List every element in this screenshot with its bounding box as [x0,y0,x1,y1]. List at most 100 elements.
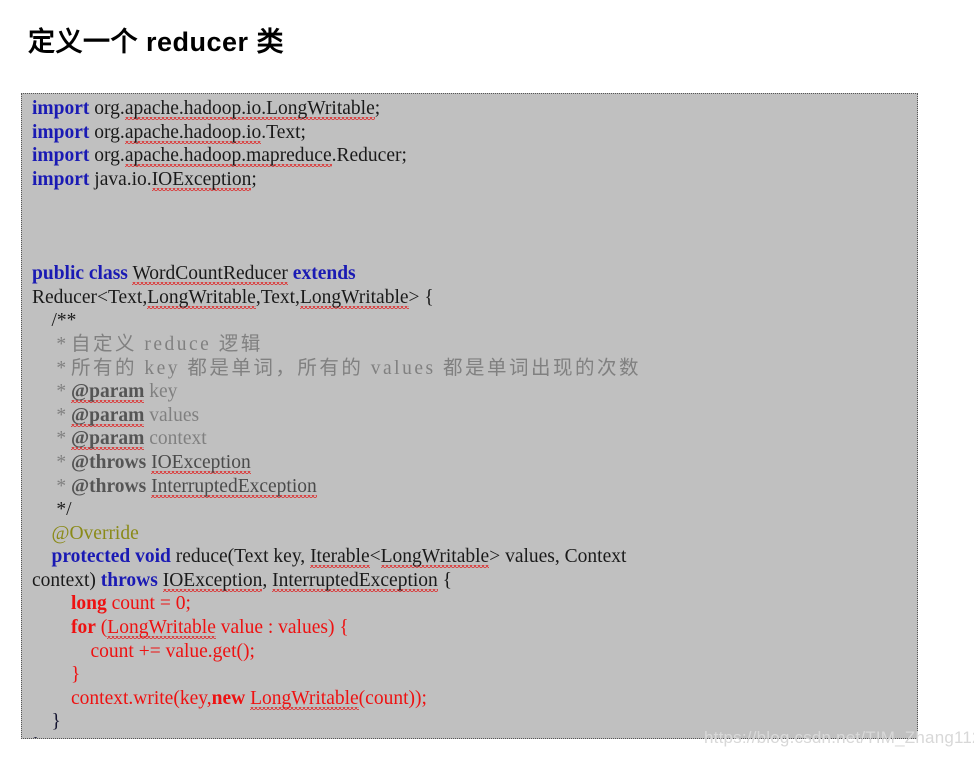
code-token: import [32,145,90,167]
code-token: } [32,711,61,733]
code-line: protected void reduce(Text key, Iterable… [32,545,917,569]
code-token: LongWritable [147,286,256,308]
code-token: IOException [162,569,263,591]
code-token: context [144,428,207,450]
code-line: * 自定义 reduce 逻辑 [32,333,917,357]
code-token: .Reducer; [331,145,407,167]
code-line: context.write(key,new LongWritable(count… [32,687,917,711]
code-token: IOException [151,168,252,190]
code-token: import [32,98,90,119]
code-token: WordCountReducer [132,263,288,285]
code-line: } [32,663,917,687]
code-token: Iterable [310,546,370,568]
code-token: context) [32,569,101,591]
code-token: * [32,475,71,497]
code-token: throws [100,569,158,591]
code-line: * 所有的 key 都是单词，所有的 values 都是单词出现的次数 [32,357,917,381]
code-line: import org.apache.hadoop.io.Text; [32,121,917,145]
code-token: > { [408,286,434,308]
code-token: LongWritable [107,617,216,639]
code-line: @Override [32,522,917,546]
code-token: 所有的 key 都是单词，所有的 values 都是单词出现的次数 [71,357,641,379]
code-token: extends [292,263,356,285]
code-token: ; [374,98,381,119]
code-token: org. [89,121,125,143]
code-token: @param [71,404,145,426]
code-token: LongWritable [250,687,359,709]
code-token: } [32,664,81,686]
code-token: reduce(Text key, [170,546,311,568]
code-token: org. [89,98,125,119]
code-token: @param [71,428,145,450]
code-line: * @throws IOException [32,451,917,475]
code-token: < [369,546,381,568]
code-line: context) throws IOException, Interrupted… [32,569,917,593]
code-listing: import org.apache.hadoop.io.LongWritable… [32,97,917,738]
code-token: key [144,381,178,403]
code-line: long count = 0; [32,592,917,616]
code-token: import [32,168,90,190]
code-token: Reducer<Text, [32,286,148,308]
code-token: @param [71,381,145,403]
code-line: * @throws InterruptedException [32,475,917,499]
code-token: count = 0; [106,593,191,615]
code-token: > values, Context [489,546,627,568]
code-token: @throws [71,451,147,473]
code-token: import [32,121,90,143]
code-token: context.write(key, [32,687,212,709]
code-line: count += value.get(); [32,640,917,664]
code-token: /** [32,310,77,332]
code-token: InterruptedException [151,475,317,497]
code-token: LongWritable [299,286,409,308]
code-token: apache.hadoop.mapreduce [124,145,332,167]
code-line: import java.io.IOException; [32,168,917,192]
code-line: */ [32,498,917,522]
code-token: * [32,333,71,355]
code-token: } [32,735,41,738]
code-line: * @param context [32,427,917,451]
watermark: https://blog.csdn.net/TIM_Zhang1122 [704,728,974,747]
code-token: apache.hadoop.io [124,121,262,143]
code-token: IOException [151,451,251,473]
code-line: for (LongWritable value : values) { [32,616,917,640]
code-token: @throws [71,475,147,497]
code-token: .Text; [261,121,306,143]
code-token: , [262,569,273,591]
code-token: @Override [51,522,139,544]
code-line: /** [32,309,917,333]
code-token: InterruptedException [272,569,438,591]
code-line: * @param key [32,380,917,404]
page-title: 定义一个 reducer 类 [28,27,285,57]
code-line: import org.apache.hadoop.mapreduce.Reduc… [32,144,917,168]
code-token: long [71,593,107,615]
code-token: java.io. [89,168,152,190]
code-line: import org.apache.hadoop.io.LongWritable… [32,97,917,121]
code-token: ; [251,168,257,190]
code-token: value : values) { [215,617,349,639]
code-token: count += value.get(); [32,640,255,662]
code-token: public class [32,263,128,285]
code-line: * @param values [32,404,917,428]
code-token: new [211,687,246,709]
code-token: LongWritable [380,546,490,568]
code-token: for [71,617,96,639]
code-token: protected void [51,546,171,568]
code-line: public class WordCountReducer extends [32,262,917,286]
code-token: values [144,404,200,426]
code-token: (count)); [358,687,427,709]
code-token: apache.hadoop.io.LongWritable [124,98,375,119]
code-line: Reducer<Text,LongWritable,Text,LongWrita… [32,286,917,310]
code-token: ( [95,617,108,639]
code-token: * [32,404,71,426]
code-token: { [437,569,453,591]
code-token: 自定义 reduce 逻辑 [71,333,263,355]
code-block: import org.apache.hadoop.io.LongWritable… [21,93,918,739]
code-token: ,Text, [255,286,300,308]
